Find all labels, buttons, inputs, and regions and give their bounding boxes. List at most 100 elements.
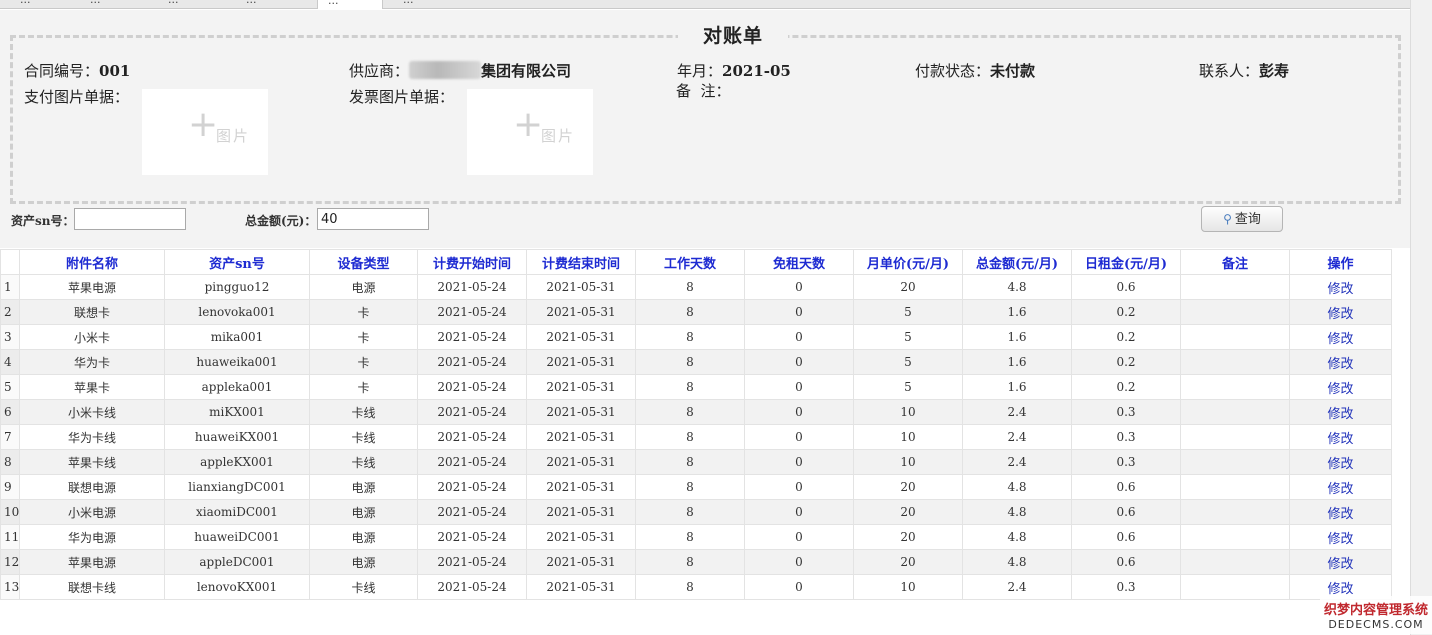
edit-link[interactable]: 修改 [1289, 399, 1392, 425]
edit-link[interactable]: 修改 [1289, 274, 1392, 300]
cell-type: 电源 [309, 274, 418, 300]
column-header-index [0, 249, 20, 275]
sn-filter-input[interactable] [74, 208, 186, 230]
tab-3[interactable]: ... [158, 0, 189, 9]
statement-header-panel: 对账单 合同编号：001 供应商： 集团有限公司 年月：2021-05 付款状态：… [0, 10, 1410, 248]
edit-link[interactable]: 修改 [1289, 349, 1392, 375]
tab-1[interactable]: ... [10, 0, 41, 9]
table-row[interactable]: 6 小米卡线 miKX001 卡线 2021-05-24 2021-05-31 8 0 10 2.… [0, 399, 1392, 425]
cell-name: 苹果电源 [19, 549, 165, 575]
row-number: 6 [0, 399, 20, 425]
edit-link[interactable]: 修改 [1289, 549, 1392, 575]
cell-total: 4.8 [962, 274, 1072, 300]
cell-total: 1.6 [962, 324, 1072, 350]
query-button[interactable]: ⚲ 查询 [1201, 206, 1283, 232]
edit-link[interactable]: 修改 [1289, 299, 1392, 325]
column-header[interactable]: 免租天数 [744, 249, 854, 275]
column-header[interactable]: 月单价(元/月) [853, 249, 963, 275]
tab-strip: ... ... ... ... ... ... [0, 0, 1410, 9]
tab-4[interactable]: ... [236, 0, 267, 9]
table-row[interactable]: 9 联想电源 lianxiangDC001 电源 2021-05-24 2021-05-3… [0, 474, 1392, 500]
cell-price: 10 [853, 424, 963, 450]
redacted-blur [409, 61, 482, 79]
cell-work: 8 [635, 349, 745, 375]
cell-name: 联想卡 [19, 299, 165, 325]
cell-remark [1180, 374, 1290, 400]
table-row[interactable]: 11 华为电源 huaweiDC001 电源 2021-05-24 2021-05-31 8… [0, 524, 1392, 550]
invoice-image-upload[interactable]: + 图片 [467, 89, 593, 175]
cell-total: 1.6 [962, 374, 1072, 400]
cell-name: 小米卡 [19, 324, 165, 350]
cell-start: 2021-05-24 [417, 549, 527, 575]
cell-daily: 0.2 [1071, 324, 1181, 350]
pay-image-label: 支付图片单据： [24, 88, 130, 106]
column-header[interactable]: 资产sn号 [164, 249, 310, 275]
column-header[interactable]: 日租金(元/月) [1071, 249, 1181, 275]
cell-remark [1180, 424, 1290, 450]
cell-total: 2.4 [962, 574, 1072, 600]
payment-status: 付款状态：未付款 [915, 62, 1036, 80]
table-row[interactable]: 1 苹果电源 pingguo12 电源 2021-05-24 2021-05-31 8 0 20… [0, 274, 1392, 300]
cell-type: 电源 [309, 524, 418, 550]
table-row[interactable]: 4 华为卡 huaweika001 卡 2021-05-24 2021-05-31 8 0 5 1… [0, 349, 1392, 375]
cell-remark [1180, 474, 1290, 500]
cell-sn: huaweiKX001 [164, 424, 310, 450]
cell-free: 0 [744, 449, 854, 475]
invoice-image-label: 发票图片单据： [349, 88, 455, 106]
cell-price: 10 [853, 574, 963, 600]
cell-total: 4.8 [962, 549, 1072, 575]
table-row[interactable]: 10 小米电源 xiaomiDC001 电源 2021-05-24 2021-05-31 8… [0, 499, 1392, 525]
tab-5-active[interactable]: ... [317, 0, 383, 9]
table-row[interactable]: 7 华为卡线 huaweiKX001 卡线 2021-05-24 2021-05-31 8 0… [0, 424, 1392, 450]
cell-type: 卡线 [309, 424, 418, 450]
cell-free: 0 [744, 424, 854, 450]
edit-link[interactable]: 修改 [1289, 524, 1392, 550]
edit-link[interactable]: 修改 [1289, 424, 1392, 450]
row-number: 1 [0, 274, 20, 300]
table-row[interactable]: 13 联想卡线 lenovoKX001 卡线 2021-05-24 2021-05-31 8… [0, 574, 1392, 600]
cell-sn: pingguo12 [164, 274, 310, 300]
table-row[interactable]: 2 联想卡 lenovoka001 卡 2021-05-24 2021-05-31 8 0 5 1… [0, 299, 1392, 325]
cell-name: 苹果卡线 [19, 449, 165, 475]
cell-work: 8 [635, 374, 745, 400]
column-header[interactable]: 工作天数 [635, 249, 745, 275]
table-row[interactable]: 5 苹果卡 appleka001 卡 2021-05-24 2021-05-31 8 0 5 1.… [0, 374, 1392, 400]
cell-remark [1180, 299, 1290, 325]
table-row[interactable]: 3 小米卡 mika001 卡 2021-05-24 2021-05-31 8 0 5 1.6 0.… [0, 324, 1392, 350]
cell-price: 10 [853, 399, 963, 425]
table-row[interactable]: 12 苹果电源 appleDC001 电源 2021-05-24 2021-05-31 8 0… [0, 549, 1392, 575]
cell-end: 2021-05-31 [526, 474, 636, 500]
vertical-scrollbar[interactable] [1410, 0, 1432, 635]
column-header[interactable]: 操作 [1289, 249, 1392, 275]
sn-filter-label: 资产sn号： [11, 214, 75, 228]
cell-type: 电源 [309, 499, 418, 525]
table-row[interactable]: 8 苹果卡线 appleKX001 卡线 2021-05-24 2021-05-31 8 0 1… [0, 449, 1392, 475]
pay-image-upload[interactable]: + 图片 [142, 89, 268, 175]
edit-link[interactable]: 修改 [1289, 474, 1392, 500]
cell-start: 2021-05-24 [417, 449, 527, 475]
column-header[interactable]: 备注 [1180, 249, 1290, 275]
column-header[interactable]: 计费开始时间 [417, 249, 527, 275]
column-header[interactable]: 计费结束时间 [526, 249, 636, 275]
column-header[interactable]: 设备类型 [309, 249, 418, 275]
edit-link[interactable]: 修改 [1289, 499, 1392, 525]
column-header[interactable]: 附件名称 [19, 249, 165, 275]
cell-end: 2021-05-31 [526, 274, 636, 300]
edit-link[interactable]: 修改 [1289, 449, 1392, 475]
cell-daily: 0.3 [1071, 449, 1181, 475]
cell-remark [1180, 499, 1290, 525]
cell-start: 2021-05-24 [417, 324, 527, 350]
total-filter-input[interactable] [317, 208, 429, 230]
cell-type: 卡线 [309, 574, 418, 600]
cell-sn: appleka001 [164, 374, 310, 400]
column-header[interactable]: 总金额(元/月) [962, 249, 1072, 275]
cell-daily: 0.3 [1071, 574, 1181, 600]
contact-person: 联系人：彭寿 [1199, 62, 1290, 80]
tab-2[interactable]: ... [80, 0, 111, 9]
tab-6[interactable]: ... [393, 0, 424, 9]
edit-link[interactable]: 修改 [1289, 374, 1392, 400]
plus-icon: + [188, 104, 219, 145]
cell-daily: 0.6 [1071, 274, 1181, 300]
row-number: 8 [0, 449, 20, 475]
edit-link[interactable]: 修改 [1289, 324, 1392, 350]
